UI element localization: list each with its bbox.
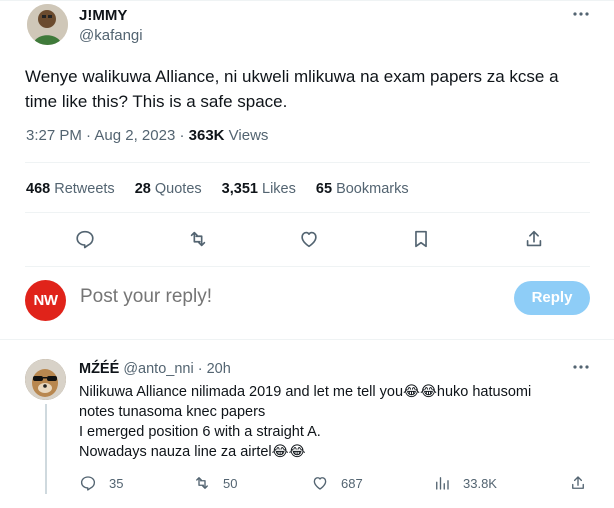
divider	[25, 212, 590, 213]
divider	[25, 266, 590, 267]
meta-separator: ·	[179, 127, 189, 144]
retweet-icon	[196, 477, 208, 489]
reply-icon	[76, 230, 94, 249]
views-count: 33.8K	[463, 475, 497, 491]
reply-like-button[interactable]: 687	[311, 474, 363, 494]
thread-line	[45, 404, 47, 494]
retweets-count: 468	[26, 181, 51, 197]
bookmarks-label: Bookmarks	[336, 181, 409, 197]
reply-time[interactable]: 20h	[207, 361, 231, 377]
top-divider	[0, 0, 614, 1]
reply-header: MŹÉÉ @anto_nni · 20h	[79, 361, 231, 377]
like-icon	[301, 231, 317, 248]
views-count[interactable]: 363K	[189, 127, 225, 144]
divider	[25, 162, 590, 163]
reply-input[interactable]	[80, 286, 480, 308]
reply-text: Nilikuwa Alliance nilimada 2019 and let …	[79, 382, 579, 462]
bookmarks-count: 65	[315, 181, 333, 197]
tweet-text: Wenye walikuwa Alliance, ni ukweli mliku…	[25, 67, 559, 111]
divider	[0, 339, 614, 340]
share-icon	[526, 230, 542, 247]
author-handle[interactable]: @kafangi	[79, 27, 143, 44]
reply-views-button[interactable]: 33.8K	[433, 474, 497, 494]
more-icon	[573, 12, 589, 16]
retweet-count: 50	[223, 475, 238, 491]
retweet-icon	[190, 231, 206, 247]
reply-text-line: I emerged position 6 with a straight A.	[79, 424, 321, 440]
quotes-label: Quotes	[154, 181, 202, 197]
share-button[interactable]	[523, 228, 545, 250]
reply-icon	[80, 476, 96, 491]
like-icon	[313, 477, 327, 490]
tweet-date[interactable]: Aug 2, 2023	[94, 127, 175, 144]
reply-more-options-button[interactable]	[570, 357, 592, 377]
tweet-meta: 3:27 PM · Aug 2, 2023 · 363K Views	[26, 127, 268, 144]
current-user-avatar[interactable]: NW	[25, 280, 66, 321]
more-options-button[interactable]	[570, 4, 592, 24]
author-display-name[interactable]: J!MMY	[79, 7, 127, 24]
reply-submit-button[interactable]: Reply	[514, 281, 590, 315]
tweet-detail-view: J!MMY @kafangi Wenye walikuwa Alliance, …	[0, 0, 614, 508]
like-count: 687	[341, 475, 363, 491]
meta-separator: ·	[193, 361, 207, 377]
quotes-stat[interactable]: 28 Quotes	[135, 181, 202, 197]
reply-display-name[interactable]: MŹÉÉ	[79, 361, 119, 377]
reply-button[interactable]	[74, 228, 96, 250]
reply-text-line: Nowadays nauza line za airtel😂😂	[79, 444, 306, 460]
views-label: Views	[228, 127, 269, 144]
likes-stat[interactable]: 3,351 Likes	[222, 181, 296, 197]
tweet-time[interactable]: 3:27 PM	[26, 127, 82, 144]
reply-handle[interactable]: @anto_nni	[123, 361, 193, 377]
likes-count: 3,351	[221, 181, 258, 197]
reply-text-line: Nilikuwa Alliance nilimada 2019 and let …	[79, 384, 532, 400]
share-icon	[572, 476, 584, 489]
retweet-button[interactable]	[187, 228, 209, 250]
reply-share-button[interactable]	[569, 474, 587, 494]
author-avatar[interactable]	[27, 4, 68, 45]
bookmark-button[interactable]	[410, 228, 432, 250]
reply-count: 35	[109, 475, 124, 491]
bookmarks-stat[interactable]: 65 Bookmarks	[316, 181, 409, 197]
engagement-stats: 468 Retweets 28 Quotes 3,351 Likes 65 Bo…	[26, 181, 425, 197]
reply-text-line: notes tunasoma knec papers	[79, 404, 266, 420]
analytics-icon	[436, 477, 449, 490]
retweets-stat[interactable]: 468 Retweets	[26, 181, 115, 197]
quotes-count: 28	[134, 181, 151, 197]
reply-retweet-button[interactable]: 50	[193, 474, 237, 494]
retweets-label: Retweets	[54, 181, 115, 197]
more-icon	[573, 365, 589, 369]
likes-label: Likes	[262, 181, 296, 197]
like-button[interactable]	[298, 228, 320, 250]
bookmark-icon	[415, 230, 427, 248]
reply-reply-button[interactable]: 35	[79, 474, 123, 494]
reply-author-avatar[interactable]	[25, 359, 66, 400]
